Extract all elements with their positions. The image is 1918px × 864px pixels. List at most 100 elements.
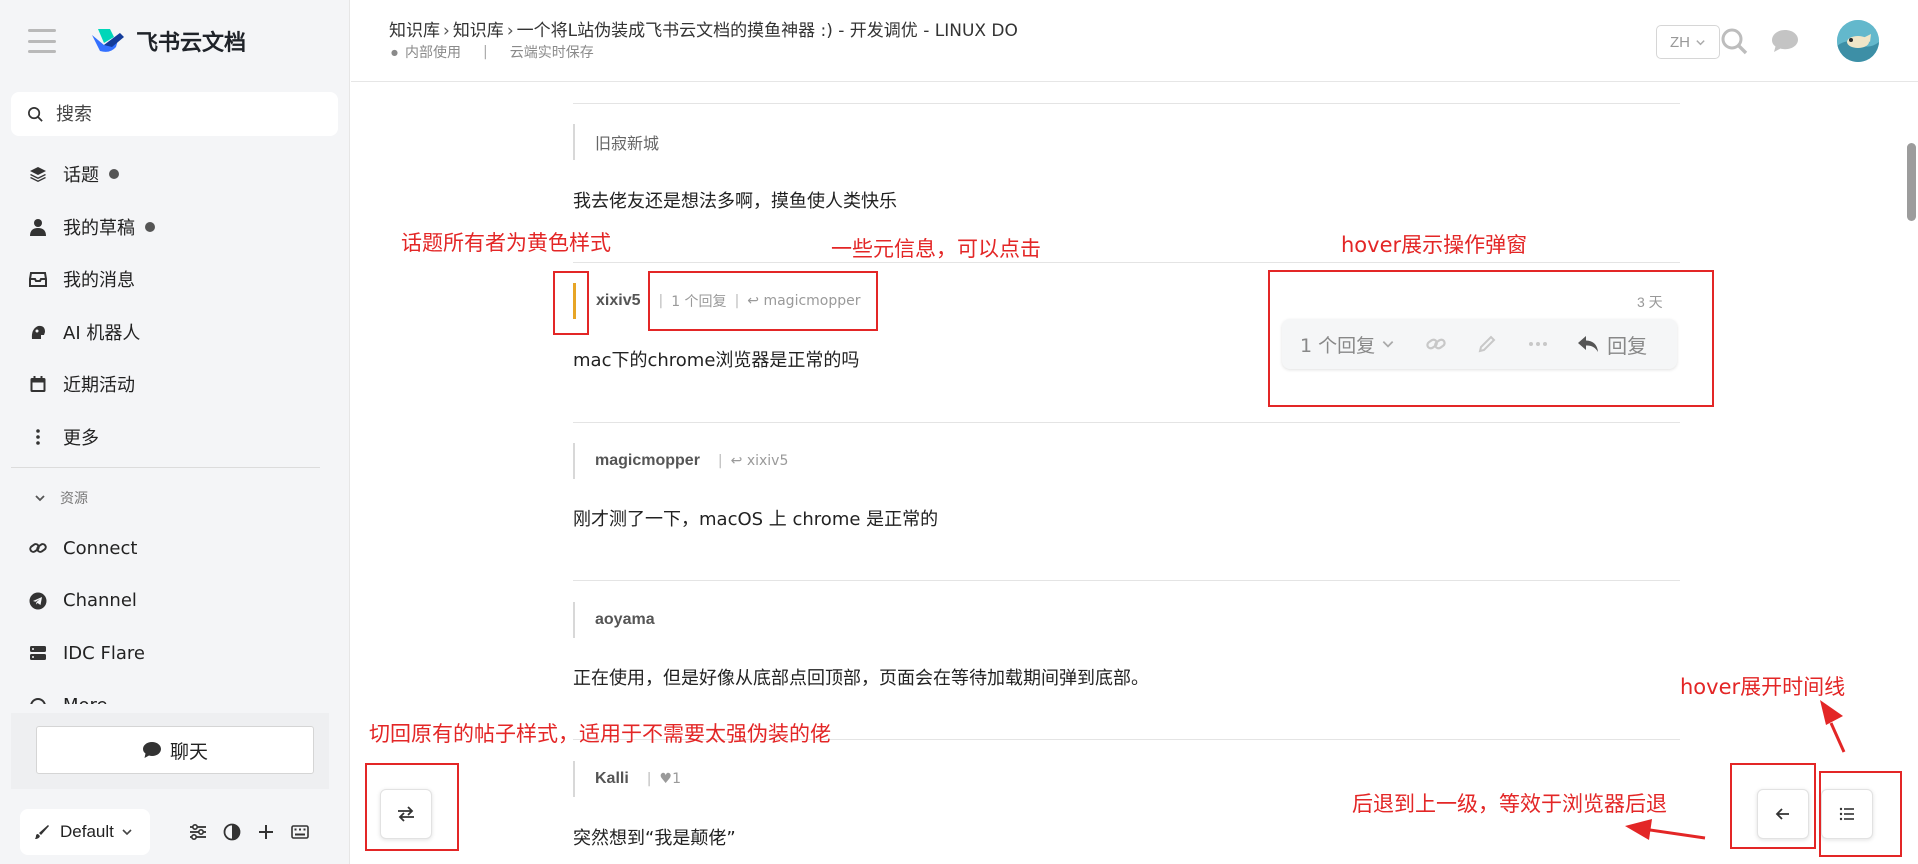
chat-bubble-icon: [142, 742, 161, 758]
sidebar-item-messages[interactable]: 我的消息: [0, 253, 350, 306]
sidebar-item-label: 更多: [63, 427, 99, 449]
swap-arrows-icon: [398, 806, 414, 822]
post-author[interactable]: 旧寂新城: [595, 130, 659, 154]
brand-logo[interactable]: 飞书云文档: [90, 25, 246, 57]
sidebar-item-label: Channel: [63, 590, 137, 612]
post-author[interactable]: Kalli: [595, 770, 629, 788]
post-divider: [573, 103, 1680, 104]
sidebar-divider: [11, 467, 320, 468]
sidebar-item-idc-flare[interactable]: IDC Flare: [0, 627, 350, 680]
post-author[interactable]: aoyama: [595, 611, 655, 629]
chevron-down-icon: [35, 495, 45, 502]
sidebar-item-more-resources[interactable]: More: [0, 680, 350, 704]
section-label: 资源: [60, 491, 88, 507]
plus-icon[interactable]: [256, 822, 276, 842]
post-divider: [573, 580, 1680, 581]
divider: |: [734, 293, 740, 309]
sidebar-item-ai-bot[interactable]: AI 机器人: [0, 306, 350, 359]
post-action-bar: 1 个回复 回复: [1282, 319, 1677, 369]
show-replies-button[interactable]: 1 个回复: [1300, 331, 1395, 358]
scrollbar[interactable]: [1905, 83, 1918, 864]
sliders-icon[interactable]: [188, 822, 208, 842]
sidebar-item-recent-activity[interactable]: 近期活动: [0, 358, 350, 411]
sidebar: 飞书云文档 话题 我的草稿 我的消息 AI: [0, 0, 350, 864]
post-header: Kalli | ♥ 1: [573, 761, 681, 797]
back-button[interactable]: [1757, 789, 1809, 839]
post-header: 旧寂新城: [573, 124, 659, 160]
post-body: 我去佬友还是想法多啊，摸鱼使人类快乐: [573, 191, 897, 212]
reply-to-link[interactable]: ↩ magicmopper: [747, 293, 860, 309]
brand-name: 飞书云文档: [136, 31, 247, 56]
arrow-left-icon: [1625, 819, 1706, 840]
sidebar-item-channel[interactable]: Channel: [0, 575, 350, 628]
edit-pencil-icon[interactable]: [1474, 331, 1500, 357]
annotation-back-level: 后退到上一级，等效于浏览器后退: [1352, 792, 1667, 816]
post-header: xixiv5 | 1 个回复 | ↩ magicmopper: [573, 283, 861, 319]
chevron-down-icon: [122, 829, 132, 836]
post-meta: | ♥ 1: [629, 771, 681, 787]
post-body: mac下的chrome浏览器是正常的吗: [573, 350, 860, 371]
breadcrumb-separator: ›: [443, 21, 450, 41]
breadcrumb: 知识库 › 知识库 › 一个将L站伪装成飞书云文档的摸鱼神器 :) - 开发调优 - L…: [389, 16, 1018, 41]
sidebar-item-drafts[interactable]: 我的草稿: [0, 201, 350, 254]
reply-label: 回复: [1607, 333, 1648, 358]
post-body: 刚才测了一下，macOS 上 chrome 是正常的: [573, 509, 939, 530]
sidebar-item-topics[interactable]: 话题: [0, 148, 350, 201]
brush-icon: [35, 825, 49, 839]
sidebar-item-label: 我的消息: [63, 270, 135, 292]
sidebar-item-label: AI 机器人: [63, 322, 141, 344]
reply-to-user: xixiv5: [746, 453, 789, 469]
resources-section-toggle[interactable]: 资源: [34, 488, 88, 508]
divider: |: [658, 293, 664, 309]
contrast-icon[interactable]: [222, 822, 242, 842]
breadcrumb-item[interactable]: 知识库: [453, 21, 504, 41]
reply-count-link[interactable]: 1 个回复: [671, 291, 726, 311]
post-divider: [573, 262, 1680, 263]
bullet-icon: ●: [391, 47, 398, 57]
sidebar-item-label: Connect: [63, 537, 138, 559]
post-author[interactable]: xixiv5: [596, 292, 640, 310]
feishu-logo-icon: [92, 29, 124, 52]
doc-save-status: 云端实时保存: [509, 45, 594, 61]
reply-button[interactable]: 回复: [1577, 330, 1647, 359]
doc-visibility: 内部使用: [404, 45, 461, 61]
breadcrumb-current[interactable]: 一个将L站伪装成飞书云文档的摸鱼神器 :) - 开发调优 - LINUX DO: [517, 21, 1018, 41]
post-author[interactable]: magicmopper: [595, 452, 700, 470]
vertical-ellipsis-icon: [28, 427, 48, 447]
theme-selector[interactable]: Default: [20, 809, 150, 855]
sidebar-item-connect[interactable]: Connect: [0, 522, 350, 575]
divider: |: [717, 453, 723, 469]
search-icon[interactable]: [1717, 24, 1751, 58]
switch-style-button[interactable]: [380, 789, 432, 839]
chat-icon[interactable]: [1768, 24, 1802, 58]
reply-to-link[interactable]: ↩ xixiv5: [731, 453, 789, 469]
server-icon: [28, 643, 48, 663]
search-input[interactable]: [56, 103, 316, 125]
sidebar-item-label: 我的草稿: [63, 217, 135, 239]
breadcrumb-item[interactable]: 知识库: [389, 21, 440, 41]
reply-arrow-icon: [1578, 336, 1599, 352]
divider: |: [646, 771, 652, 787]
chat-button[interactable]: 聊天: [36, 726, 314, 774]
link-icon[interactable]: [1423, 331, 1449, 357]
avatar[interactable]: [1837, 20, 1879, 62]
language-selector[interactable]: ZH: [1656, 25, 1720, 59]
more-icon: [28, 696, 48, 704]
scrollbar-thumb[interactable]: [1907, 143, 1916, 221]
arrow-up-icon: [1820, 700, 1846, 753]
calendar-icon: [28, 374, 48, 394]
inbox-icon: [28, 269, 48, 289]
hamburger-menu-icon[interactable]: [28, 29, 56, 53]
sidebar-item-label: More: [63, 695, 108, 704]
doc-meta: ● 内部使用 | 云端实时保存: [391, 42, 594, 62]
avatar-image-icon: [1837, 20, 1879, 62]
unread-dot: [109, 169, 119, 180]
keyboard-icon[interactable]: [290, 822, 310, 842]
sidebar-item-more[interactable]: 更多: [0, 411, 350, 464]
annotation-owner-style: 话题所有者为黄色样式: [401, 231, 611, 255]
timeline-button[interactable]: [1821, 789, 1873, 839]
heart-icon: ♥: [659, 771, 673, 787]
search-box[interactable]: [11, 92, 338, 136]
more-options-icon[interactable]: [1525, 331, 1551, 357]
replies-label: 1 个回复: [1300, 334, 1376, 357]
